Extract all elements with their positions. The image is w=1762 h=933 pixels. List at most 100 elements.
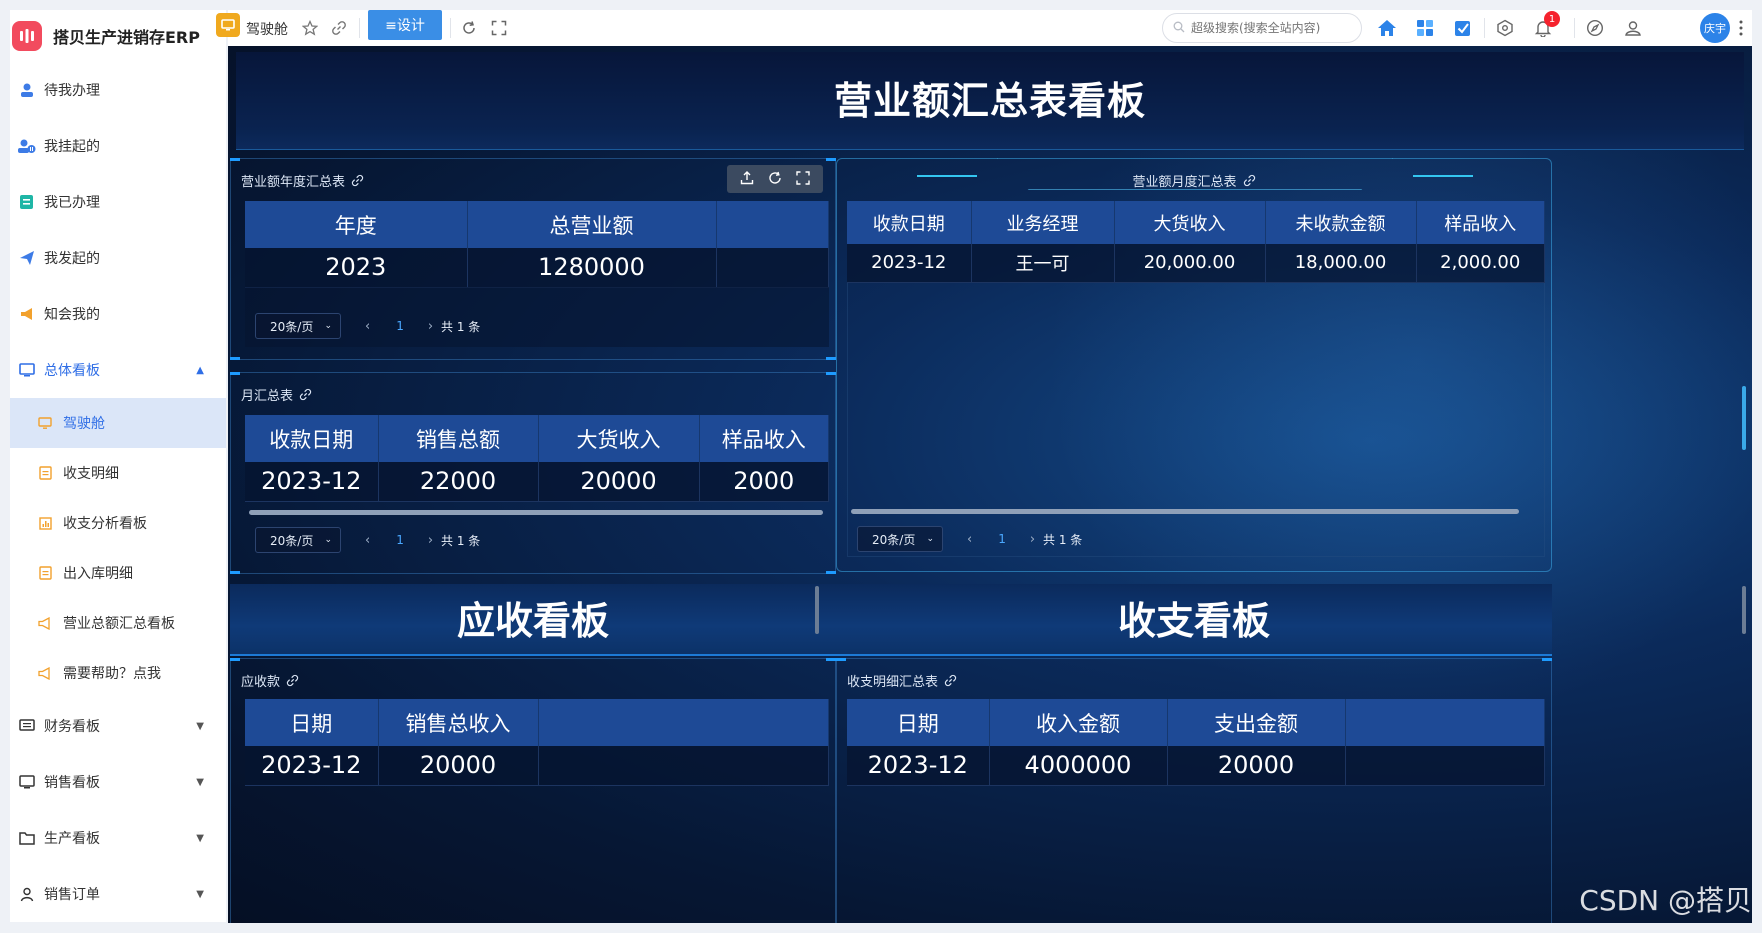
panel-title: 收支明细汇总表 [847, 671, 957, 690]
page-size-select[interactable]: 20条/页 ⌄ [857, 526, 943, 552]
table-row[interactable]: 2023-12 20000 [245, 746, 829, 786]
table-cell: 2023-12 [847, 244, 972, 283]
sidebar-subitem-help[interactable]: 需要帮助？点我 [10, 648, 226, 698]
send-icon [18, 249, 36, 267]
home-icon[interactable] [1376, 17, 1398, 39]
page-size-select[interactable]: 20条/页 ⌄ [255, 313, 341, 339]
table-cell: 2023-12 [245, 462, 379, 502]
sidebar-item-done[interactable]: 我已办理 [10, 174, 226, 230]
sidebar-item-notified[interactable]: 知会我的 [10, 286, 226, 342]
vertical-scrollbar[interactable] [1742, 386, 1746, 450]
refresh-icon[interactable] [768, 170, 782, 189]
link-icon[interactable] [351, 174, 364, 187]
prev-page-icon[interactable]: ‹ [365, 533, 370, 548]
sidebar-group-sales-order[interactable]: 销售订单 ▼ [10, 866, 226, 922]
app-root: 搭贝生产进销存ERP 待我办理 我挂起的 我已办理 我发起的 知会我的 总体看板… [0, 0, 1762, 933]
table-header[interactable]: 样品收入 [699, 415, 829, 462]
table-header[interactable]: 总营业额 [467, 201, 717, 248]
table-header[interactable]: 大货收入 [1114, 201, 1266, 244]
monitor-icon [18, 361, 36, 379]
sidebar-group-finance[interactable]: 财务看板 ▼ [10, 698, 226, 754]
next-page-icon[interactable]: › [1030, 532, 1035, 547]
topbar: 驾驶舱 ≡设计 1 庆宇 [216, 10, 1752, 46]
search-input[interactable] [1191, 21, 1351, 35]
task-check-icon[interactable] [1452, 17, 1474, 39]
sidebar-item-initiated[interactable]: 我发起的 [10, 230, 226, 286]
link-icon[interactable] [1243, 174, 1256, 187]
table-header-row: 收款日期 业务经理 大货收入 未收款金额 样品收入 [847, 201, 1545, 244]
refresh-icon[interactable] [458, 17, 480, 39]
prev-page-icon[interactable]: ‹ [967, 532, 972, 547]
sidebar-subitem-stock-detail[interactable]: 出入库明细 [10, 548, 226, 598]
table-cell [716, 248, 829, 288]
avatar[interactable]: 庆宇 [1700, 13, 1730, 43]
more-vertical-icon[interactable] [1736, 17, 1746, 39]
user-center-icon[interactable] [1622, 17, 1644, 39]
sidebar-item-suspended[interactable]: 我挂起的 [10, 118, 226, 174]
link-icon[interactable] [286, 674, 299, 687]
user-pause-icon [18, 137, 36, 155]
panel-corner [230, 571, 240, 574]
receivable-table: 日期 销售总收入 2023-12 20000 [245, 699, 829, 786]
table-row[interactable]: 2023-12 王一可 20,000.00 18,000.00 2,000.00 [847, 244, 1545, 283]
sidebar-group-production[interactable]: 生产看板 ▼ [10, 810, 226, 866]
table-header[interactable]: 大货收入 [538, 415, 700, 462]
link-icon[interactable] [299, 388, 312, 401]
sidebar-subitem-cockpit[interactable]: 驾驶舱 [10, 398, 226, 448]
table-row[interactable]: 2023-12 4000000 20000 [847, 746, 1545, 786]
sidebar-group-sales[interactable]: 销售看板 ▼ [10, 754, 226, 810]
current-page-title: 驾驶舱 [246, 22, 288, 38]
link-icon[interactable] [944, 674, 957, 687]
prev-page-icon[interactable]: ‹ [365, 319, 370, 334]
page-size-select[interactable]: 20条/页 ⌄ [255, 527, 341, 553]
integration-icon[interactable] [1494, 17, 1516, 39]
sidebar-subitem-label: 需要帮助？点我 [63, 666, 161, 682]
apps-grid-icon[interactable] [1414, 17, 1436, 39]
divider [1574, 18, 1575, 38]
table-header[interactable]: 支出金额 [1167, 699, 1346, 746]
page-number[interactable]: 1 [396, 319, 404, 333]
star-icon[interactable] [299, 17, 321, 39]
link-icon[interactable] [328, 17, 350, 39]
table-row[interactable]: 2023-12 22000 20000 2000 [245, 462, 829, 502]
table-header[interactable]: 销售总额 [378, 415, 539, 462]
sidebar-subitem-analysis[interactable]: 收支分析看板 [10, 498, 226, 548]
horizontal-scrollbar[interactable] [249, 510, 823, 515]
global-search[interactable] [1162, 13, 1362, 43]
table-header[interactable]: 业务经理 [971, 201, 1115, 244]
bell-icon[interactable]: 1 [1532, 11, 1560, 39]
panel-title-text: 营业额月度汇总表 [1132, 175, 1237, 190]
sidebar-subitem-income-detail[interactable]: 收支明细 [10, 448, 226, 498]
table-header[interactable]: 收入金额 [989, 699, 1168, 746]
year-summary-table: 年度 总营业额 2023 1280000 [245, 201, 829, 288]
sidebar-subitem-revenue-board[interactable]: 营业总额汇总看板 [10, 598, 226, 648]
design-button[interactable]: ≡设计 [368, 10, 442, 40]
table-header[interactable]: 未收款金额 [1265, 201, 1417, 244]
brand[interactable]: 搭贝生产进销存ERP [10, 10, 226, 62]
next-page-icon[interactable]: › [428, 319, 433, 334]
table-header[interactable]: 收款日期 [245, 415, 379, 462]
table-cell: 20000 [378, 746, 539, 786]
export-icon[interactable] [740, 170, 754, 189]
table-header [1345, 699, 1545, 746]
table-cell: 20,000.00 [1114, 244, 1266, 283]
sidebar-group-overview[interactable]: 总体看板 ▲ [10, 342, 226, 398]
page-number[interactable]: 1 [396, 533, 404, 547]
next-page-icon[interactable]: › [428, 533, 433, 548]
vertical-scrollbar[interactable] [815, 586, 819, 634]
fullscreen-icon[interactable] [796, 170, 810, 189]
table-header[interactable]: 日期 [847, 699, 990, 746]
table-header[interactable]: 年度 [245, 201, 468, 248]
caret-up-icon: ▲ [196, 364, 204, 376]
table-header[interactable]: 样品收入 [1416, 201, 1545, 244]
fullscreen-icon[interactable] [488, 17, 510, 39]
table-header[interactable]: 销售总收入 [378, 699, 539, 746]
compass-icon[interactable] [1584, 17, 1606, 39]
table-header[interactable]: 收款日期 [847, 201, 972, 244]
watermark: CSDN @搭贝 [1579, 884, 1752, 917]
sidebar-item-todo[interactable]: 待我办理 [10, 62, 226, 118]
vertical-scrollbar[interactable] [1742, 586, 1746, 634]
table-row[interactable]: 2023 1280000 [245, 248, 829, 288]
table-header[interactable]: 日期 [245, 699, 379, 746]
page-number[interactable]: 1 [998, 532, 1006, 546]
